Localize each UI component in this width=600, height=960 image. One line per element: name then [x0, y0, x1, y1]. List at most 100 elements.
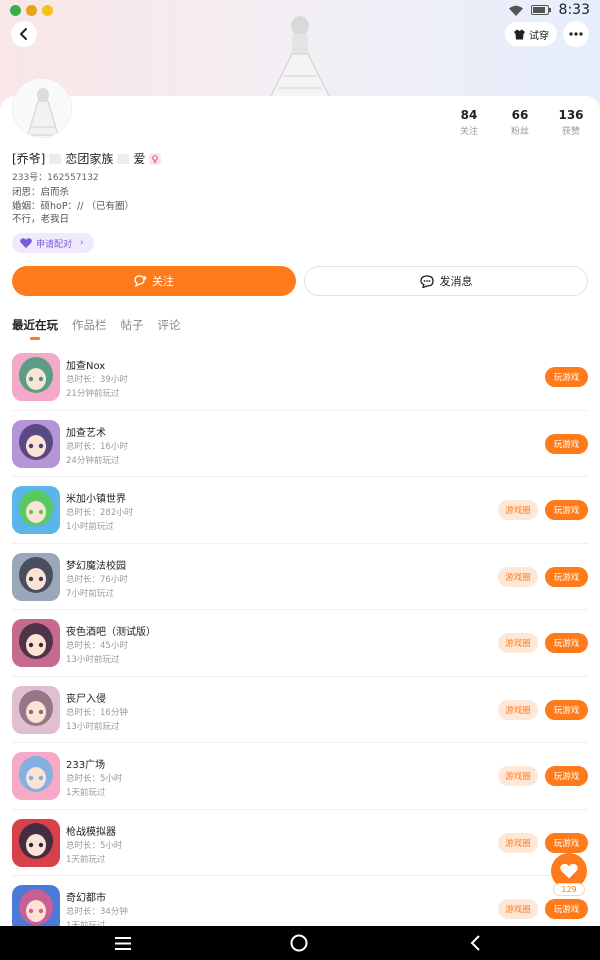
navigation-bar: [0, 926, 600, 960]
game-circle-button[interactable]: 游戏圈: [498, 832, 538, 853]
game-last-played: 7小时前玩过: [66, 588, 114, 599]
battery-icon: [530, 5, 551, 15]
tab-posts[interactable]: 帖子: [121, 317, 144, 333]
home-button[interactable]: [289, 933, 309, 953]
notification-icon: [42, 4, 53, 16]
game-icon: [12, 685, 60, 734]
heart-icon: [20, 238, 32, 248]
play-game-button[interactable]: 玩游戏: [545, 367, 588, 387]
like-count: 129: [553, 883, 585, 896]
stat-followers[interactable]: 66 粉丝: [495, 108, 545, 137]
heart-icon: [560, 863, 578, 879]
nickname-mid: 恋团家族: [65, 152, 114, 166]
more-icon: [569, 32, 583, 36]
stat-value: 66: [511, 108, 529, 122]
stat-following[interactable]: 84 关注: [444, 108, 494, 137]
game-circle-button[interactable]: 游戏圈: [498, 500, 538, 520]
avatar[interactable]: [12, 78, 72, 138]
stat-likes[interactable]: 136 获赞: [546, 108, 596, 137]
add-follow-icon: [134, 275, 147, 287]
gender-icon: [149, 152, 162, 165]
game-circle-button[interactable]: 游戏圈: [498, 566, 538, 587]
nickname: [乔爷] 恋团家族 爱: [12, 150, 162, 167]
game-duration: 总时长：34分钟: [66, 907, 128, 917]
message-button[interactable]: 发消息: [304, 266, 588, 296]
play-game-button[interactable]: 玩游戏: [545, 766, 588, 786]
wifi-icon: [508, 5, 523, 16]
list-item[interactable]: 加查艺术 总时长：16小时 24分钟前玩过 玩游戏: [12, 411, 588, 477]
user-id: 233号：162557132: [12, 173, 99, 183]
game-duration: 总时长：76小时: [66, 574, 128, 585]
game-circle-button[interactable]: 游戏圈: [498, 699, 538, 720]
nickname-suffix: 爱: [133, 152, 146, 166]
game-last-played: 13小时前玩过: [66, 721, 120, 732]
play-game-button[interactable]: 玩游戏: [545, 832, 588, 853]
menu-icon: [115, 936, 131, 950]
game-icon: [12, 486, 60, 534]
game-name: 加查艺术: [66, 427, 106, 439]
play-game-button[interactable]: 玩游戏: [545, 433, 588, 454]
game-duration: 总时长：39小时: [66, 375, 128, 385]
stat-label: 关注: [459, 127, 478, 137]
request-pair-label: 申请配对: [36, 239, 73, 250]
list-item[interactable]: 枪战模拟器 总时长：5小时 1天前玩过 游戏圈 玩游戏: [12, 810, 588, 876]
game-circle-button[interactable]: 游戏圈: [498, 766, 538, 786]
bio-line: 婚姻：硕hoP：// （已有圈）: [12, 200, 134, 212]
recents-button[interactable]: [113, 933, 133, 953]
list-item[interactable]: 加查Nox 总时长：39小时 21分钟前玩过 玩游戏: [12, 344, 588, 411]
follow-label: 关注: [152, 275, 174, 288]
game-duration: 总时长：282小时: [66, 508, 134, 518]
home-circle-icon: [290, 934, 308, 952]
list-item[interactable]: 233广场 总时长：5小时 1天前玩过 游戏圈 玩游戏: [12, 743, 588, 810]
game-name: 233广场: [66, 760, 106, 771]
follow-button[interactable]: 关注: [12, 266, 296, 296]
tab-works[interactable]: 作品栏: [72, 317, 107, 333]
game-icon: [12, 419, 60, 468]
play-game-button[interactable]: 玩游戏: [545, 699, 588, 720]
try-on-button[interactable]: 试穿: [505, 22, 557, 46]
outfit-icon: [514, 29, 525, 39]
bio-line: 不行，老我日: [12, 214, 70, 225]
stat-label: 粉丝: [510, 127, 529, 137]
stat-value: 136: [558, 108, 584, 122]
play-game-button[interactable]: 玩游戏: [545, 899, 588, 919]
blank-glyph: [117, 153, 130, 164]
game-name: 夜色酒吧（测试版）: [66, 627, 156, 638]
game-icon: [12, 818, 60, 867]
notification-icon: [10, 4, 21, 16]
request-pair-button[interactable]: 申请配对 ›: [12, 233, 94, 253]
message-label: 发消息: [439, 275, 473, 288]
chevron-right-icon: ›: [80, 238, 84, 248]
tab-comments[interactable]: 评论: [158, 317, 181, 333]
list-item[interactable]: 梦幻魔法校园 总时长：76小时 7小时前玩过 游戏圈 玩游戏: [12, 544, 588, 610]
game-last-played: 1天前玩过: [66, 788, 106, 798]
game-name: 米加小镇世界: [66, 494, 126, 505]
game-list: 加查Nox 总时长：39小时 21分钟前玩过 玩游戏 加查艺术 总时长：16小时…: [0, 344, 600, 943]
game-duration: 总时长：45小时: [66, 641, 128, 651]
game-circle-button[interactable]: 游戏圈: [498, 633, 538, 653]
game-circle-button[interactable]: 游戏圈: [498, 899, 538, 919]
game-icon: [12, 552, 60, 601]
chat-icon: [419, 274, 434, 288]
play-game-button[interactable]: 玩游戏: [545, 500, 588, 520]
system-back-button[interactable]: [465, 933, 485, 953]
tab-recent[interactable]: 最近在玩: [12, 317, 58, 340]
tab-bar: 最近在玩 作品栏 帖子 评论: [12, 317, 181, 340]
list-item[interactable]: 米加小镇世界 总时长：282小时 1小时前玩过 游戏圈 玩游戏: [12, 477, 588, 544]
game-last-played: 13小时前玩过: [66, 655, 120, 665]
game-name: 梦幻魔法校园: [66, 560, 126, 572]
play-game-button[interactable]: 玩游戏: [545, 566, 588, 587]
list-item[interactable]: 夜色酒吧（测试版） 总时长：45小时 13小时前玩过 游戏圈 玩游戏: [12, 610, 588, 677]
more-button[interactable]: [563, 21, 589, 47]
stat-value: 84: [460, 108, 478, 122]
status-time: 8:33: [558, 2, 590, 18]
list-item[interactable]: 丧尸入侵 总时长：16分钟 13小时前玩过 游戏圈 玩游戏: [12, 677, 588, 743]
game-last-played: 24分钟前玩过: [66, 455, 120, 466]
back-button[interactable]: [11, 21, 37, 47]
game-duration: 总时长：16小时: [66, 441, 128, 452]
game-name: 丧尸入侵: [66, 693, 106, 705]
game-icon: [12, 619, 60, 667]
play-game-button[interactable]: 玩游戏: [545, 633, 588, 653]
game-icon: [12, 752, 60, 800]
game-name: 加查Nox: [66, 361, 106, 372]
